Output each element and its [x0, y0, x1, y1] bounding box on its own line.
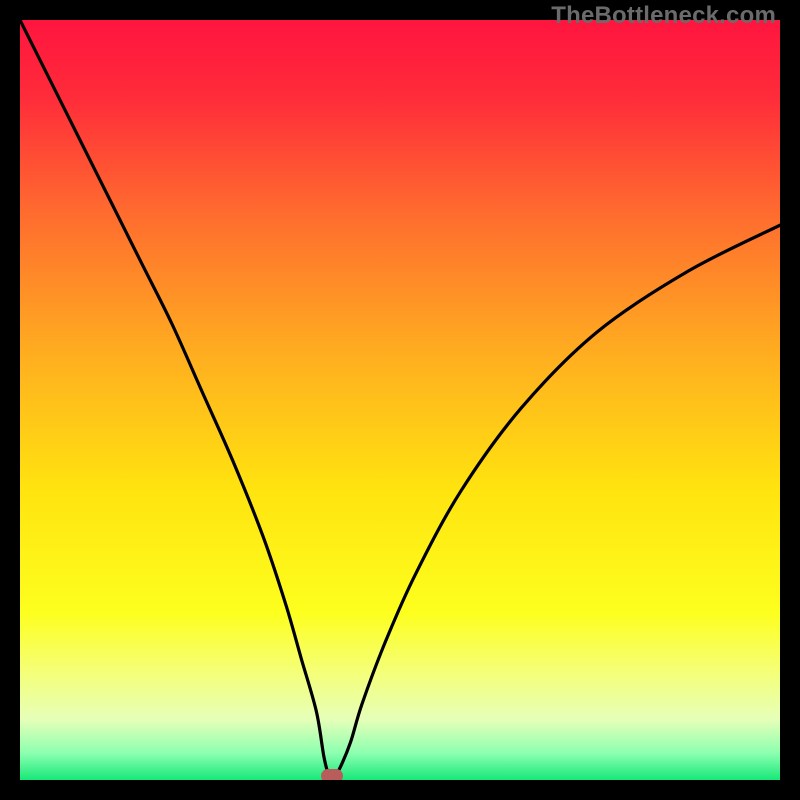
optimal-point-marker [321, 769, 343, 780]
plot-area [20, 20, 780, 780]
bottleneck-curve [20, 20, 780, 780]
watermark-text: TheBottleneck.com [551, 2, 776, 30]
chart-frame: TheBottleneck.com [0, 0, 800, 800]
